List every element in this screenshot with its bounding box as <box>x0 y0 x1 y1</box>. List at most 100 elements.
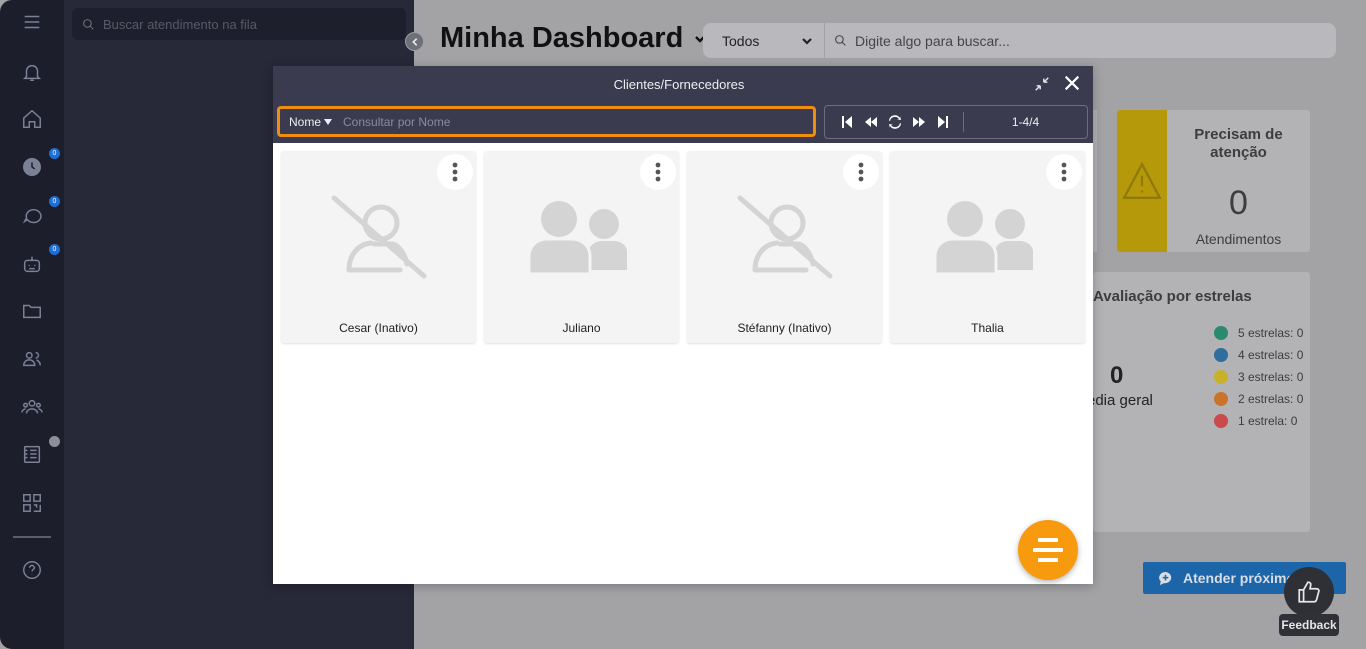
contact-card[interactable]: Stéfanny (Inativo) <box>687 151 882 343</box>
contact-name: Thalia <box>971 321 1004 335</box>
search-icon <box>835 35 846 46</box>
home-icon[interactable] <box>18 105 46 133</box>
actions-fab[interactable] <box>1018 520 1078 580</box>
legend-label: 4 estrelas: 0 <box>1238 348 1304 362</box>
legend-dot <box>1214 348 1228 362</box>
attend-next-label: Atender próximo <box>1183 570 1296 586</box>
rail-divider <box>13 536 51 538</box>
dashboard-search-bar: Todos Digite algo para buscar... <box>703 23 1336 58</box>
name-filter-field[interactable]: Nome Consultar por Nome <box>277 106 816 137</box>
contact-card[interactable]: Thalia <box>890 151 1085 343</box>
chevron-left-icon <box>411 37 417 46</box>
feedback-label[interactable]: Feedback <box>1279 614 1339 636</box>
more-vertical-icon <box>1061 162 1067 182</box>
app-root: 0 0 0 Buscar atendimento na fila Minha D… <box>0 0 1366 649</box>
contact-card[interactable]: Cesar (Inativo) <box>281 151 476 343</box>
folder-icon[interactable] <box>18 297 46 325</box>
clock-icon[interactable] <box>18 153 46 181</box>
search-icon <box>83 18 94 30</box>
page-title[interactable]: Minha Dashboard <box>440 22 707 55</box>
left-rail: 0 0 0 <box>0 0 64 649</box>
refresh-icon <box>889 115 901 129</box>
badge-count: 0 <box>49 196 60 207</box>
attention-label: Atendimentos <box>1195 231 1282 247</box>
contacts-icon[interactable] <box>18 345 46 373</box>
first-page-button[interactable] <box>835 110 859 134</box>
chat-plus-icon <box>1159 571 1172 585</box>
badge-count: 0 <box>49 244 60 255</box>
fast-forward-icon <box>913 117 925 127</box>
dashboard-search-input[interactable]: Digite algo para buscar... <box>825 33 1336 49</box>
card-edge <box>1093 110 1097 252</box>
contact-group-icon <box>890 181 1085 291</box>
contacts-modal: Clientes/Fornecedores Nome Consultar por… <box>273 66 1093 584</box>
minimize-button[interactable] <box>1033 75 1055 97</box>
attention-strip <box>1117 110 1167 252</box>
thumbs-up-icon <box>1298 581 1320 603</box>
legend-item: 3 estrelas: 0 <box>1214 366 1303 388</box>
contact-name: Juliano <box>562 321 601 335</box>
no-photo-icon <box>281 181 476 291</box>
caret-down-icon <box>324 118 333 125</box>
legend-item: 5 estrelas: 0 <box>1214 322 1303 344</box>
page-title-text: Minha Dashboard <box>440 22 684 54</box>
next-page-button[interactable] <box>907 110 931 134</box>
bell-icon[interactable] <box>18 58 46 86</box>
more-vertical-icon <box>655 162 661 182</box>
queue-search-placeholder: Buscar atendimento na fila <box>103 16 257 32</box>
close-icon <box>1064 75 1080 91</box>
modal-header: Clientes/Fornecedores Nome Consultar por… <box>273 66 1093 143</box>
more-vertical-icon <box>452 162 458 182</box>
menu-lines-icon <box>1033 538 1063 562</box>
refresh-button[interactable] <box>883 110 907 134</box>
contacts-grid: Cesar (Inativo) Juliano Stéfanny (Inativ… <box>281 151 1085 343</box>
rating-title: Avaliação por estrelas <box>1093 288 1252 305</box>
legend-dot <box>1214 326 1228 340</box>
previous-page-button[interactable] <box>859 110 883 134</box>
last-page-button[interactable] <box>931 110 955 134</box>
attention-count: 0 <box>1229 184 1248 222</box>
rating-average: 0 <box>1110 362 1124 389</box>
bot-icon[interactable] <box>18 250 46 278</box>
last-page-icon <box>938 116 948 128</box>
legend-dot <box>1214 414 1228 428</box>
page-count: 1-4/4 <box>1011 115 1040 129</box>
legend-dot <box>1214 370 1228 384</box>
modal-title: Clientes/Fornecedores <box>613 77 745 92</box>
status-dot <box>49 436 60 447</box>
first-page-icon <box>842 116 852 128</box>
filter-input[interactable]: Consultar por Nome <box>343 115 450 129</box>
contact-card[interactable]: Juliano <box>484 151 679 343</box>
qr-code-icon[interactable] <box>18 489 46 517</box>
collapse-panel-button[interactable] <box>405 32 424 51</box>
filter-select-value: Todos <box>722 32 760 49</box>
legend-label: 2 estrelas: 0 <box>1238 392 1304 406</box>
legend-label: 3 estrelas: 0 <box>1238 370 1304 384</box>
filter-field-select[interactable]: Nome <box>280 115 343 129</box>
attention-title: Precisam de atenção <box>1194 126 1283 161</box>
rating-legend: 5 estrelas: 0 4 estrelas: 0 3 estrelas: … <box>1214 322 1303 432</box>
close-button[interactable] <box>1063 74 1085 96</box>
filter-select[interactable]: Todos <box>703 23 825 58</box>
warning-icon <box>1122 161 1162 199</box>
feedback-button[interactable] <box>1284 567 1334 617</box>
help-icon[interactable] <box>18 556 46 584</box>
no-photo-icon <box>687 181 882 291</box>
legend-item: 2 estrelas: 0 <box>1214 388 1303 410</box>
menu-icon[interactable] <box>18 8 46 36</box>
legend-label: 1 estrela: 0 <box>1238 414 1298 428</box>
chat-icon[interactable] <box>18 201 46 229</box>
chevron-down-icon <box>802 38 812 45</box>
dashboard-search-placeholder: Digite algo para buscar... <box>855 32 1010 49</box>
phone-book-icon[interactable] <box>18 440 46 468</box>
contact-group-icon <box>484 181 679 291</box>
rating-average-label: édia geral <box>1087 392 1153 409</box>
groups-icon[interactable] <box>18 393 46 421</box>
legend-item: 1 estrela: 0 <box>1214 410 1303 432</box>
rewind-icon <box>865 117 877 127</box>
badge-count: 0 <box>49 148 60 159</box>
queue-search-input[interactable]: Buscar atendimento na fila <box>72 8 406 40</box>
contact-name: Stéfanny (Inativo) <box>737 321 832 335</box>
filter-field-value: Nome <box>289 114 322 129</box>
legend-label: 5 estrelas: 0 <box>1238 326 1304 340</box>
